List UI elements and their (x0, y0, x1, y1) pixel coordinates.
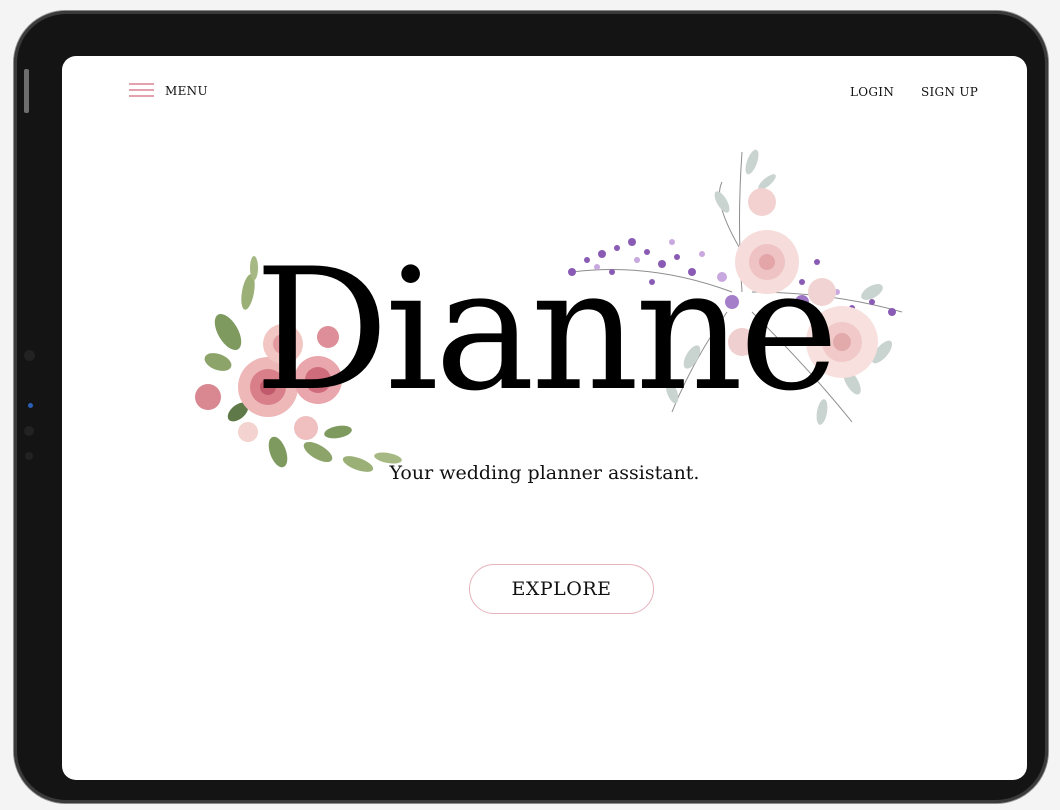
screen: MENU LOGIN SIGN UP Dianne Your wedding p… (62, 56, 1027, 780)
brand-title: Dianne (254, 232, 838, 428)
menu-button[interactable]: MENU (129, 83, 208, 98)
light-sensor (24, 426, 34, 436)
tagline: Your wedding planner assistant. (389, 462, 700, 484)
camera-lens (28, 403, 33, 408)
signup-link[interactable]: SIGN UP (921, 85, 978, 99)
hamburger-icon (129, 83, 154, 98)
camera-sensor (24, 350, 35, 361)
tablet-frame: MENU LOGIN SIGN UP Dianne Your wedding p… (14, 11, 1048, 803)
proximity-sensor (25, 452, 33, 460)
menu-label: MENU (165, 83, 208, 98)
explore-button[interactable]: EXPLORE (469, 564, 654, 614)
login-link[interactable]: LOGIN (850, 85, 894, 99)
tablet-side-button (24, 69, 29, 113)
